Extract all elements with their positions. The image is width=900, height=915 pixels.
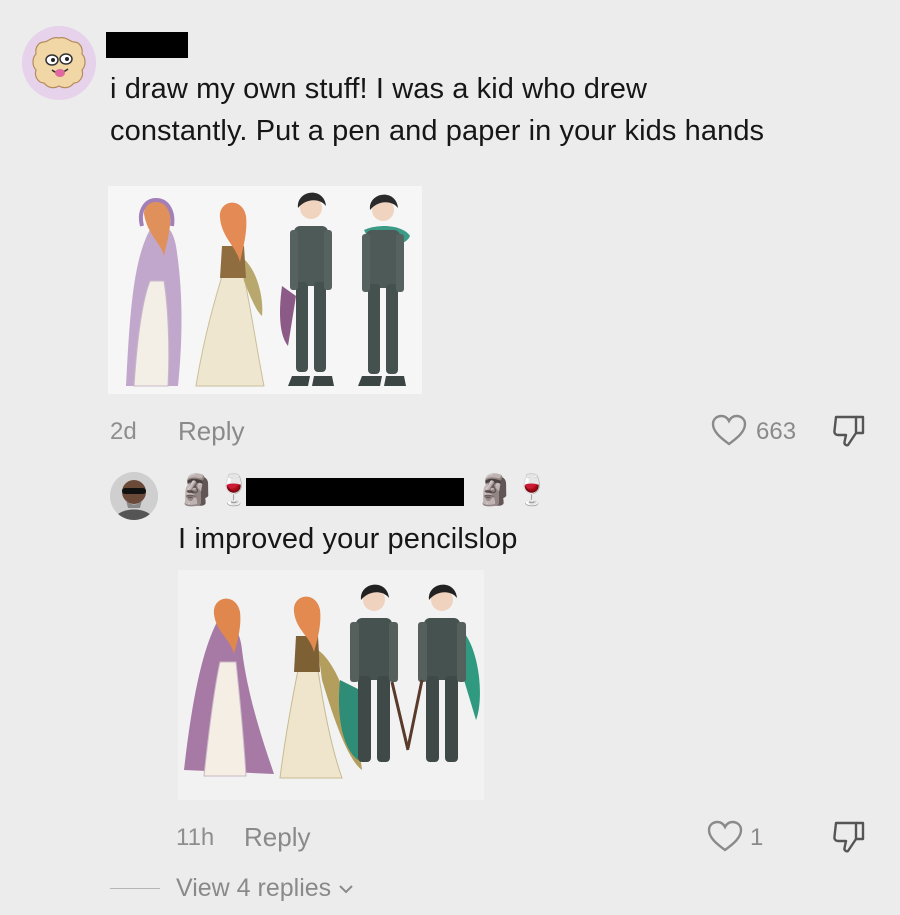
comment-timestamp: 2d [110,418,137,445]
avatar[interactable] [110,472,158,520]
divider [110,888,160,889]
like-button[interactable] [710,413,750,449]
view-replies-button[interactable]: View 4 replies [176,874,355,903]
redacted-username [106,32,188,58]
like-count: 663 [756,418,797,445]
reply-button[interactable]: Reply [178,416,244,447]
attached-image[interactable] [178,570,484,800]
like-button[interactable] [706,819,746,855]
comment-text: i draw my own stuff! I was a kid who dre… [110,68,764,152]
chevron-down-icon [339,884,353,893]
comment-timestamp: 11h [176,824,215,851]
comment-text-line: constantly. Put a pen and paper in your … [110,115,765,147]
comment-text-line: i draw my own stuff! I was a kid who dre… [110,73,648,105]
thumbs-down-icon [833,415,865,447]
view-replies-label: View 4 replies [176,874,332,902]
avatar[interactable] [22,26,96,100]
heart-outline-icon [707,820,743,852]
username-emoji-prefix: 🗿🍷 [178,474,253,507]
comment-text: I improved your pencilslop [178,523,518,555]
dislike-button[interactable] [830,819,870,857]
attached-drawing-image[interactable] [108,186,422,394]
redacted-username [246,478,464,506]
reply-button[interactable]: Reply [244,822,310,853]
dislike-button[interactable] [830,413,870,451]
like-count: 1 [750,824,764,851]
username-emoji-suffix: 🗿🍷 [476,474,551,507]
thumbs-down-icon [833,821,865,853]
heart-outline-icon [711,414,747,446]
